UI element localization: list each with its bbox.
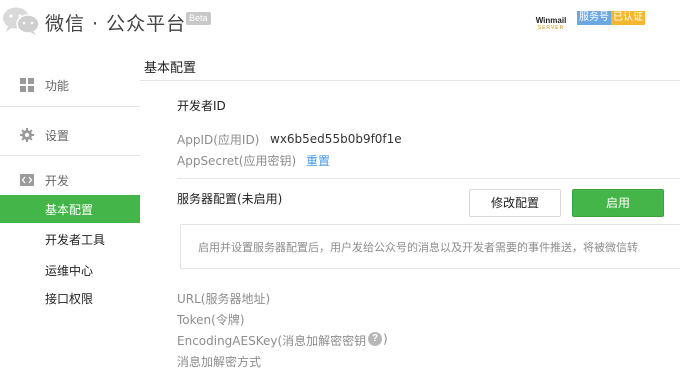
beta-badge: Beta	[186, 12, 211, 25]
aeskey-label-text: EncodingAESKey(消息加解密密钥	[177, 334, 367, 348]
appid-value: wx6b5ed55b0b9f0f1e	[270, 132, 402, 143]
page: 微信 · 公众平台 Beta Winmail SERVER 服务号 已认证 功能	[0, 0, 680, 377]
aeskey-label-close: )	[383, 332, 388, 346]
sidebar-item-label: 开发者工具	[45, 233, 106, 247]
sidebar-section-label: 开发	[45, 174, 70, 188]
gear-icon	[20, 128, 34, 142]
sidebar-item-label: 接口权限	[45, 292, 94, 306]
modify-config-button[interactable]: 修改配置	[469, 189, 561, 217]
verified-badge: 已认证	[611, 11, 645, 25]
sidebar-section-functions[interactable]: 功能	[0, 70, 140, 100]
url-label: URL(服务器地址)	[177, 292, 271, 306]
sidebar-item-api-permissions[interactable]: 接口权限	[0, 284, 140, 312]
sidebar-item-label: 运维中心	[45, 264, 94, 278]
sidebar-item-ops-center[interactable]: 运维中心	[0, 256, 140, 284]
reset-secret-link[interactable]: 重置	[306, 152, 330, 169]
help-icon[interactable]: ?	[368, 332, 382, 346]
server-config-tip: 启用并设置服务器配置后，用户发给公众号的消息以及开发者需要的事件推送，将被微信转	[180, 224, 680, 269]
page-title: 基本配置	[144, 61, 197, 76]
code-icon	[20, 174, 34, 186]
wechat-logo-icon	[3, 7, 40, 35]
developer-id-heading: 开发者ID	[177, 99, 226, 113]
section-divider	[177, 178, 680, 179]
winmail-sub: SERVER	[537, 25, 565, 31]
tip-text: 启用并设置服务器配置后，用户发给公众号的消息以及开发者需要的事件推送，将被微信转	[198, 241, 638, 254]
sidebar-section-develop[interactable]: 开发	[0, 165, 140, 195]
winmail-brand: Winmail	[535, 16, 567, 25]
top-header: 微信 · 公众平台 Beta Winmail SERVER 服务号 已认证	[0, 0, 680, 48]
winmail-logo: Winmail SERVER	[534, 16, 568, 31]
sidebar-section-label: 设置	[45, 129, 70, 143]
sidebar-item-basic-config[interactable]: 基本配置	[0, 195, 140, 223]
appsecret-label: AppSecret(应用密钥)	[177, 154, 297, 168]
sidebar-divider	[0, 106, 140, 107]
encrypt-mode-label: 消息加解密方式	[177, 355, 262, 369]
token-label: Token(令牌)	[177, 313, 245, 327]
sidebar-section-settings[interactable]: 设置	[0, 120, 140, 150]
server-config-heading: 服务器配置(未启用)	[177, 192, 283, 206]
sidebar: 功能 设置 开发 基本配置 开发者工具 运维中心 接口权限	[0, 48, 140, 377]
appid-label: AppID(应用ID)	[177, 133, 260, 147]
sidebar-divider	[0, 155, 140, 156]
service-account-badge: 服务号	[577, 11, 611, 25]
sidebar-item-developer-tools[interactable]: 开发者工具	[0, 225, 140, 253]
grid-icon	[20, 78, 34, 92]
platform-title: 微信 · 公众平台	[45, 13, 187, 35]
enable-button[interactable]: 启用	[572, 189, 664, 217]
sidebar-item-label: 基本配置	[45, 203, 94, 217]
title-divider	[140, 80, 680, 81]
sidebar-section-label: 功能	[45, 79, 70, 93]
aeskey-label: EncodingAESKey(消息加解密密钥	[177, 332, 366, 349]
